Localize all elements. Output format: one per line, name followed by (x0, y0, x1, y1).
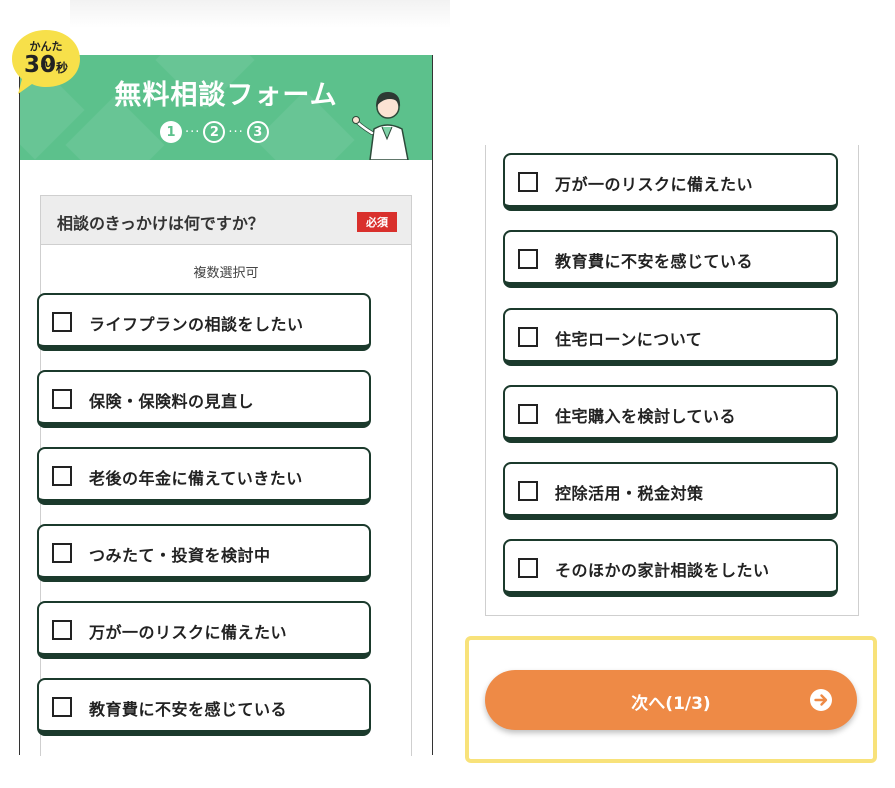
checkbox[interactable] (518, 172, 538, 192)
checkbox[interactable] (518, 558, 538, 578)
step-2: 2 (203, 121, 226, 143)
option-checkbox[interactable]: 教育費に不安を感じている (503, 230, 838, 288)
checkbox[interactable] (518, 481, 538, 501)
option-checkbox[interactable]: 住宅購入を検討している (503, 385, 838, 443)
option-label: 老後の年金に備えていきたい (89, 469, 303, 488)
option-label: 控除活用・税金対策 (555, 484, 704, 503)
option-label: 万が一のリスクに備えたい (555, 175, 754, 194)
checkbox[interactable] (52, 620, 72, 640)
form-panel-right: 万が一のリスクに備えたい 教育費に不安を感じている 住宅ローンについて 住宅購入… (485, 145, 859, 616)
next-button-highlight: 次へ(1/3) (465, 636, 877, 763)
checkbox[interactable] (52, 466, 72, 486)
checkbox[interactable] (518, 249, 538, 269)
step-3: 3 (246, 121, 269, 143)
option-checkbox[interactable]: そのほかの家計相談をしたい (503, 539, 838, 597)
option-checkbox[interactable]: 控除活用・税金対策 (503, 462, 838, 520)
step-1: 1 (160, 121, 182, 143)
checkbox[interactable] (52, 312, 72, 332)
option-label: 教育費に不安を感じている (89, 700, 288, 719)
option-label: つみたて・投資を検討中 (89, 546, 271, 565)
checkbox[interactable] (518, 404, 538, 424)
option-checkbox[interactable]: 老後の年金に備えていきたい (37, 447, 371, 505)
required-badge: 必須 (357, 212, 397, 232)
option-checkbox[interactable]: つみたて・投資を検討中 (37, 524, 371, 582)
badge-seconds: 30秒 (18, 52, 74, 78)
option-label: 住宅ローンについて (555, 330, 703, 349)
advisor-illustration (352, 91, 409, 160)
step-separator: ··· (185, 124, 201, 140)
option-label: ライフプランの相談をしたい (89, 315, 304, 334)
option-checkbox[interactable]: 教育費に不安を感じている (37, 678, 371, 736)
option-label: 保険・保険料の見直し (89, 392, 255, 411)
step-indicator: 1 ··· 2 ··· 3 (160, 119, 269, 145)
option-label: 住宅購入を検討している (555, 407, 737, 426)
next-button-label: 次へ(1/3) (631, 694, 711, 714)
option-checkbox[interactable]: 万が一のリスクに備えたい (37, 601, 371, 659)
option-checkbox[interactable]: 住宅ローンについて (503, 308, 838, 366)
checkbox[interactable] (52, 543, 72, 563)
checkbox[interactable] (518, 327, 538, 347)
option-checkbox[interactable]: ライフプランの相談をしたい (37, 293, 371, 351)
option-label: 万が一のリスクに備えたい (89, 623, 288, 642)
question-header: 相談のきっかけは何ですか？ 必須 (41, 196, 411, 245)
option-checkbox[interactable]: 保険・保険料の見直し (37, 370, 371, 428)
badge-number: 30 (23, 52, 56, 78)
step-separator: ··· (228, 124, 244, 140)
top-fade (70, 0, 450, 28)
option-label: 教育費に不安を感じている (555, 252, 754, 271)
badge-unit: 秒 (56, 61, 69, 75)
option-label: そのほかの家計相談をしたい (555, 561, 770, 580)
question-title: 相談のきっかけは何ですか？ (57, 214, 264, 233)
multiple-choice-hint: 複数選択可 (193, 266, 259, 281)
option-checkbox[interactable]: 万が一のリスクに備えたい (503, 153, 838, 211)
arrow-right-circle-icon (810, 689, 832, 711)
next-button[interactable]: 次へ(1/3) (485, 670, 857, 730)
checkbox[interactable] (52, 697, 72, 717)
checkbox[interactable] (52, 389, 72, 409)
